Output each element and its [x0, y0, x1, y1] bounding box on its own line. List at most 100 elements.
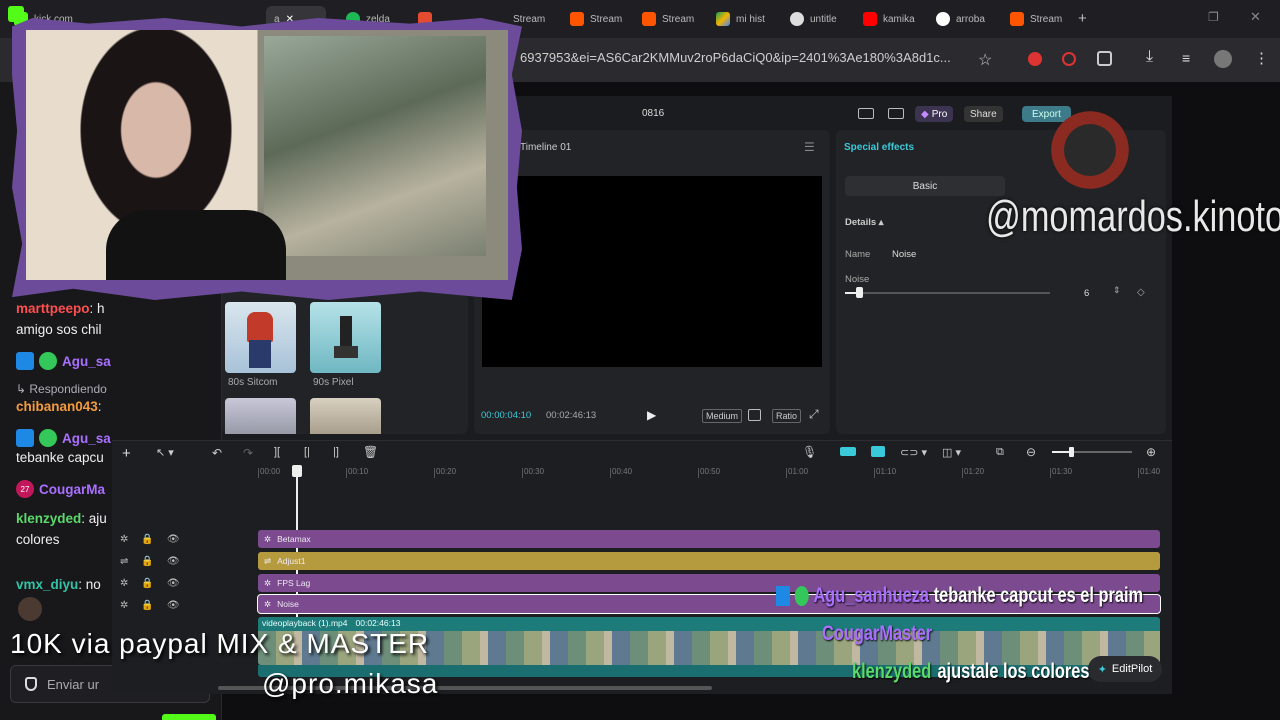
magnet-icon[interactable]: [840, 447, 856, 456]
compare-icon[interactable]: ◫ ▾: [942, 446, 961, 459]
effect-thumb[interactable]: [225, 398, 296, 434]
time-total: 00:02:46:13: [546, 410, 597, 421]
share-button[interactable]: Share: [964, 106, 1003, 122]
fit-icon[interactable]: [748, 409, 761, 421]
ruler-tick-label: 00:50: [700, 467, 721, 476]
effect-thumb-90s-pixel[interactable]: [310, 302, 381, 373]
tab-untitled[interactable]: untitle: [782, 6, 854, 32]
media-queue-icon[interactable]: ≡: [1182, 50, 1190, 66]
playhead-handle[interactable]: [292, 465, 302, 477]
video-preview[interactable]: [482, 176, 822, 367]
ruler-tick: [434, 468, 435, 478]
stepper-icon[interactable]: ⇕: [1113, 285, 1121, 296]
effect-icon: ✲: [264, 598, 272, 609]
effect-clip-betamax[interactable]: ✲ Betamax: [258, 530, 1160, 548]
tab-special-effects[interactable]: Special effects: [844, 142, 914, 153]
split-right-icon[interactable]: |]: [333, 446, 339, 458]
eye-icon[interactable]: 👁: [167, 556, 180, 567]
send-button[interactable]: [162, 714, 216, 720]
effect-thumb-80s-sitcom[interactable]: [225, 302, 296, 373]
zoom-out-icon[interactable]: ⊖: [1026, 445, 1036, 459]
add-icon[interactable]: +: [122, 445, 131, 462]
download-icon[interactable]: ⤓: [1146, 48, 1153, 66]
tab-youtube[interactable]: kamika: [855, 6, 927, 32]
select-tool-icon[interactable]: ↖ ▾: [156, 446, 174, 459]
close-window-icon[interactable]: ✕: [1250, 9, 1261, 25]
zoom-slider-handle[interactable]: [1069, 447, 1074, 457]
redo-icon[interactable]: ↷: [243, 446, 253, 460]
noise-slider[interactable]: [845, 292, 1050, 294]
ruler-tick: [1050, 468, 1051, 478]
mic-icon[interactable]: 🎙: [802, 445, 817, 459]
keyframe-icon[interactable]: ◇: [1137, 287, 1145, 298]
url-field[interactable]: 6937953&ei=AS6Car2KMMuv2roP6daCiQ0&ip=24…: [520, 50, 951, 65]
basic-tab[interactable]: Basic: [845, 176, 1005, 196]
chat-message: klenzyded: aju: [16, 511, 107, 526]
lock-icon[interactable]: 🔒: [141, 534, 153, 545]
link-icon[interactable]: ⊂⊃ ▾: [900, 446, 927, 459]
effect-track-icon: ✲: [120, 578, 129, 589]
eye-icon[interactable]: 👁: [167, 534, 180, 545]
effect-thumb[interactable]: [310, 398, 381, 434]
delete-icon[interactable]: 🗑: [363, 445, 378, 459]
name-value: Noise: [892, 249, 917, 260]
timeline-ruler[interactable]: 00:00 00:10 00:20 00:30 00:40 00:50 01:00 01:10…: [258, 466, 1160, 480]
effect-icon: ✲: [264, 533, 272, 544]
split-left-icon[interactable]: [|: [304, 446, 310, 458]
adjust-clip[interactable]: ⇌ Adjust1: [258, 552, 1160, 570]
extensions-puzzle-icon[interactable]: [1097, 51, 1112, 66]
player-menu-icon[interactable]: ☰: [804, 140, 815, 154]
lock-icon[interactable]: 🔒: [141, 578, 153, 589]
verified-badge-icon: [39, 429, 57, 447]
tab-stream-4[interactable]: Stream: [1002, 6, 1072, 32]
ruler-tick-label: 00:00: [260, 467, 281, 476]
undo-icon[interactable]: ↶: [212, 446, 222, 460]
fullscreen-icon[interactable]: ⤢: [809, 407, 819, 422]
split-icon[interactable]: ][: [274, 446, 280, 458]
ruler-tick: [522, 468, 523, 478]
chat-message: chibanan043:: [16, 399, 102, 414]
noise-slider-handle[interactable]: [856, 287, 863, 298]
tab-stream-2[interactable]: Stream: [562, 6, 630, 32]
bookmark-star-icon[interactable]: ☆: [978, 50, 992, 70]
link-track-icon[interactable]: [871, 446, 885, 457]
tab-drive[interactable]: mi hist: [708, 6, 780, 32]
pro-button[interactable]: ◆ Pro: [915, 106, 954, 122]
profile-avatar[interactable]: [1214, 50, 1232, 68]
tab-google[interactable]: arroba: [928, 6, 1000, 32]
chat-message: Agu_sa: [16, 429, 111, 447]
layout-icon[interactable]: [858, 108, 874, 119]
ruler-tick: [346, 468, 347, 478]
zoom-in-icon[interactable]: ⊕: [1146, 445, 1156, 459]
extension-icon[interactable]: [1028, 52, 1042, 66]
diamond-icon: ◆: [921, 108, 929, 120]
ruler-tick: [610, 468, 611, 478]
chat-message: 27 CougarMa: [16, 480, 105, 498]
keyboard-icon[interactable]: [888, 108, 904, 119]
effect-label: 90s Pixel: [313, 377, 354, 388]
tab-stream-3[interactable]: Stream: [634, 6, 706, 32]
maximize-icon[interactable]: ❐: [1208, 10, 1219, 24]
ruler-tick-label: 01:30: [1052, 467, 1073, 476]
preview-axis-icon[interactable]: ⧉: [996, 446, 1004, 459]
quality-select[interactable]: Medium: [702, 409, 743, 423]
eye-icon[interactable]: 👁: [167, 578, 180, 589]
menu-kebab-icon[interactable]: ⋮: [1254, 49, 1269, 67]
lock-icon[interactable]: 🔒: [141, 600, 153, 611]
chat-message-text: colores: [16, 532, 60, 547]
record-icon[interactable]: [1062, 52, 1076, 66]
eye-icon[interactable]: 👁: [167, 600, 180, 611]
details-section[interactable]: Details ▴: [845, 217, 884, 228]
editpilot-button[interactable]: ✦ EditPilot: [1088, 656, 1162, 682]
play-button[interactable]: ▶: [647, 408, 656, 422]
ruler-tick-label: 00:30: [524, 467, 545, 476]
name-label: Name: [845, 249, 871, 260]
youtube-icon: [863, 12, 877, 26]
new-tab-icon[interactable]: +: [1078, 10, 1087, 27]
ruler-tick: [698, 468, 699, 478]
soundcloud-icon: [642, 12, 656, 26]
ratio-select[interactable]: Ratio: [772, 409, 802, 423]
ruler-tick-label: 00:20: [436, 467, 457, 476]
noise-value[interactable]: 6: [1084, 288, 1089, 299]
lock-icon[interactable]: 🔒: [141, 556, 153, 567]
